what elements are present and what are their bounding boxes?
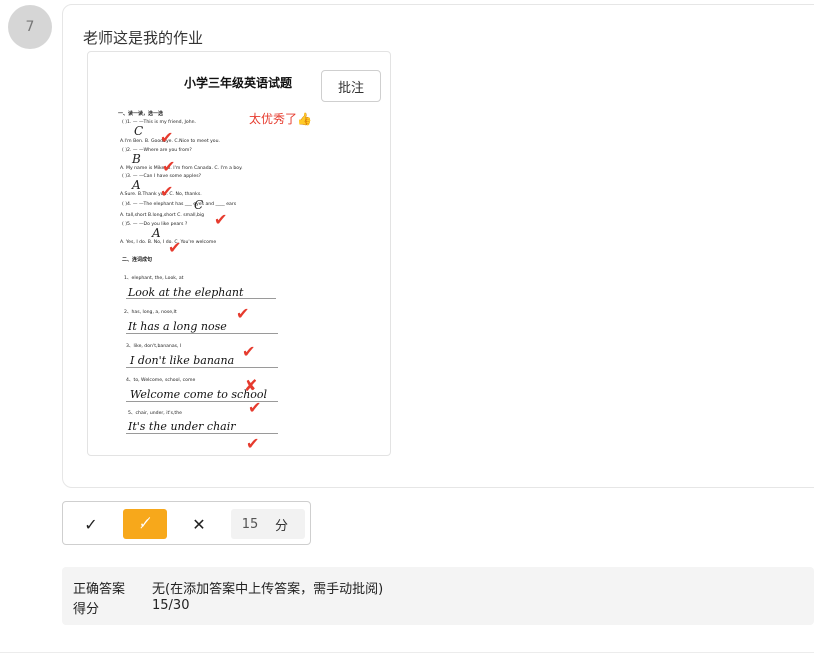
sentence-prompt: 4、to, Welcome, school, come bbox=[126, 378, 196, 383]
teacher-praise-annotation: 太优秀了👍 bbox=[249, 112, 312, 126]
check-mark: ✔ bbox=[236, 304, 250, 323]
handwritten-letter: C bbox=[194, 198, 204, 212]
answer-line bbox=[126, 298, 276, 299]
handwritten-answer: It's the under chair bbox=[128, 420, 236, 433]
check-mark: ✔ bbox=[246, 434, 260, 453]
score-unit: 分 bbox=[275, 518, 289, 534]
correct-answer-label: 正确答案 bbox=[73, 582, 126, 597]
score-input[interactable] bbox=[231, 516, 269, 532]
check-mark: ✔ bbox=[214, 210, 228, 229]
mark-correct-button[interactable]: ✓ bbox=[69, 509, 113, 539]
sentence-prompt: 2、has, long, a, nose,It bbox=[124, 310, 177, 315]
sentence-prompt: 3、like, don't,bananas, I bbox=[126, 344, 182, 349]
divider bbox=[0, 652, 814, 653]
answer-line bbox=[126, 367, 278, 368]
handwritten-letter: C bbox=[134, 124, 144, 138]
check-mark: ✔ bbox=[160, 128, 174, 147]
check-mark: ✔ bbox=[242, 342, 256, 361]
student-answer-text: 老师这是我的作业 bbox=[83, 29, 204, 47]
handwritten-letter: B bbox=[132, 152, 141, 166]
score-value: 15/30 bbox=[152, 598, 190, 613]
sentence-prompt: 1、elephant, the, Look, at bbox=[124, 276, 184, 281]
check-icon: ✓ bbox=[84, 514, 98, 534]
check-mark: ✔ bbox=[168, 238, 182, 257]
grading-toolbar: ✓ ✓̸ ✕ 分 bbox=[62, 501, 311, 545]
question-line: A. My name is Mike. B. I'm from Canada. … bbox=[120, 166, 243, 171]
question-number-badge: 7 bbox=[8, 5, 52, 49]
mark-wrong-button[interactable]: ✕ bbox=[177, 509, 221, 539]
correct-answer-row: 正确答案 无(在添加答案中上传答案，需手动批阅) bbox=[73, 578, 383, 597]
handwritten-letter: A bbox=[152, 226, 161, 240]
sentence-prompt: 5、chair, under, it's,the bbox=[128, 411, 182, 416]
check-mark: ✔ bbox=[248, 398, 262, 417]
section-heading: 二、连词成句 bbox=[122, 257, 153, 263]
correct-answer-value: 无(在添加答案中上传答案，需手动批阅) bbox=[152, 582, 384, 597]
cross-mark: ✘ bbox=[244, 376, 258, 395]
section-heading: 一、读一读，选一选 bbox=[118, 111, 164, 117]
score-stepper: 分 bbox=[231, 509, 305, 539]
mark-partial-button[interactable]: ✓̸ bbox=[123, 509, 167, 539]
close-icon: ✕ bbox=[192, 514, 206, 534]
answer-line bbox=[126, 333, 278, 334]
question-line: ( )4. — —The elephant has ___ eyes and _… bbox=[122, 202, 237, 207]
check-mark: ✔ bbox=[162, 157, 176, 176]
handwritten-letter: A bbox=[132, 178, 141, 192]
thumbs-up-icon: 👍 bbox=[297, 112, 312, 126]
student-answer-card: 老师这是我的作业 批注 小学三年级英语试题 太优秀了👍 一、读一读，选一选 ( … bbox=[62, 4, 814, 488]
handwritten-answer: It has a long nose bbox=[128, 320, 227, 333]
worksheet-title: 小学三年级英语试题 bbox=[184, 76, 293, 90]
handwritten-answer: I don't like banana bbox=[130, 354, 235, 367]
answer-info-panel: 正确答案 无(在添加答案中上传答案，需手动批阅) 得分 15/30 bbox=[62, 567, 814, 625]
score-label: 得分 bbox=[73, 602, 100, 617]
homework-image[interactable]: 批注 小学三年级英语试题 太优秀了👍 一、读一读，选一选 ( )1. — —Th… bbox=[87, 51, 391, 456]
annotate-button[interactable]: 批注 bbox=[321, 70, 381, 102]
score-row: 得分 15/30 bbox=[73, 598, 189, 617]
question-line: A. tall,short B.long,short C. small,big bbox=[120, 213, 205, 218]
check-mark: ✔ bbox=[160, 182, 174, 201]
half-check-icon: ✓̸ bbox=[139, 516, 151, 532]
